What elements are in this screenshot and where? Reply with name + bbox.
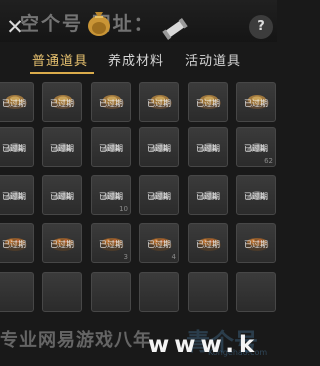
item-slot[interactable]: 已过期 [236, 82, 276, 122]
expired-label: 已过期 [50, 144, 74, 153]
item-count: 62 [264, 157, 273, 165]
item-slot[interactable]: 已过期 10 [91, 175, 131, 215]
tab-common-items[interactable]: 普通道具 [32, 50, 88, 69]
item-slot[interactable]: 已过期 4 [139, 223, 179, 263]
close-button[interactable]: ✕ [2, 14, 28, 40]
item-slot[interactable]: 已过期 [236, 223, 276, 263]
expired-label: 已过期 [147, 99, 171, 108]
expired-label: 已过期 [50, 99, 74, 108]
item-grid: 已过期 已过期 已过期 已过期 已过期 已过期 已过期 已过期 已过期 已过期 已过期 已过期 62 已过… [0, 82, 277, 312]
help-button[interactable]: ? [249, 15, 273, 39]
item-slot[interactable]: 已过期 [0, 127, 34, 167]
expired-label: 已过期 [99, 192, 123, 201]
item-slot[interactable]: 已过期 [42, 223, 82, 263]
expired-label: 已过期 [244, 192, 268, 201]
money-bag-icon [88, 12, 110, 36]
empty-item-slot[interactable] [42, 272, 82, 312]
expired-label: 已过期 [2, 99, 26, 108]
item-slot[interactable]: 已过期 [0, 223, 34, 263]
item-slot[interactable]: 已过期 [42, 82, 82, 122]
bottom-watermark: 青个号 Kongehao.com 专业网易游戏八年 www.k [0, 322, 277, 366]
empty-item-slot[interactable] [91, 272, 131, 312]
item-slot[interactable]: 已过期 3 [91, 223, 131, 263]
active-tab-underline [30, 72, 94, 74]
item-slot[interactable]: 已过期 [188, 175, 228, 215]
empty-item-slot[interactable] [0, 272, 34, 312]
expired-label: 已过期 [99, 99, 123, 108]
top-bar: 空个号 网址： ✕ ? [0, 0, 277, 42]
expired-label: 已过期 [147, 144, 171, 153]
item-slot[interactable]: 已过期 [139, 175, 179, 215]
expired-label: 已过期 [99, 144, 123, 153]
item-slot[interactable]: 已过期 [188, 127, 228, 167]
expired-label: 已过期 [244, 99, 268, 108]
category-tabs: 普通道具 养成材料 活动道具 [0, 48, 277, 78]
expired-label: 已过期 [196, 192, 220, 201]
expired-label: 已过期 [147, 192, 171, 201]
expired-label: 已过期 [244, 144, 268, 153]
expired-label: 已过期 [147, 240, 171, 249]
expired-label: 已过期 [196, 99, 220, 108]
empty-item-slot[interactable] [236, 272, 276, 312]
expired-label: 已过期 [50, 192, 74, 201]
expired-label: 已过期 [196, 240, 220, 249]
item-slot[interactable]: 已过期 [42, 175, 82, 215]
item-slot[interactable]: 已过期 [91, 127, 131, 167]
item-slot[interactable]: 已过期 [139, 82, 179, 122]
item-slot[interactable]: 已过期 [42, 127, 82, 167]
item-slot[interactable]: 已过期 [0, 175, 34, 215]
expired-label: 已过期 [50, 240, 74, 249]
watermark-bottom-text: 专业网易游戏八年 [0, 330, 152, 351]
item-slot[interactable]: 已过期 [188, 82, 228, 122]
expired-label: 已过期 [244, 240, 268, 249]
expired-label: 已过期 [2, 240, 26, 249]
item-slot[interactable]: 已过期 [91, 82, 131, 122]
expired-label: 已过期 [2, 192, 26, 201]
item-slot[interactable]: 已过期 [139, 127, 179, 167]
tab-event-items[interactable]: 活动道具 [185, 50, 241, 69]
expired-label: 已过期 [196, 144, 220, 153]
item-count: 10 [119, 205, 128, 213]
tab-growth-materials[interactable]: 养成材料 [108, 50, 164, 69]
empty-item-slot[interactable] [139, 272, 179, 312]
item-slot[interactable]: 已过期 [0, 82, 34, 122]
watermark-url: www.k [148, 332, 260, 358]
scroll-icon [162, 18, 188, 40]
item-slot[interactable]: 已过期 [188, 223, 228, 263]
empty-item-slot[interactable] [188, 272, 228, 312]
expired-label: 已过期 [2, 144, 26, 153]
item-slot[interactable]: 已过期 62 [236, 127, 276, 167]
item-count: 3 [123, 253, 128, 261]
item-slot[interactable]: 已过期 [236, 175, 276, 215]
item-count: 4 [171, 253, 176, 261]
expired-label: 已过期 [99, 240, 123, 249]
